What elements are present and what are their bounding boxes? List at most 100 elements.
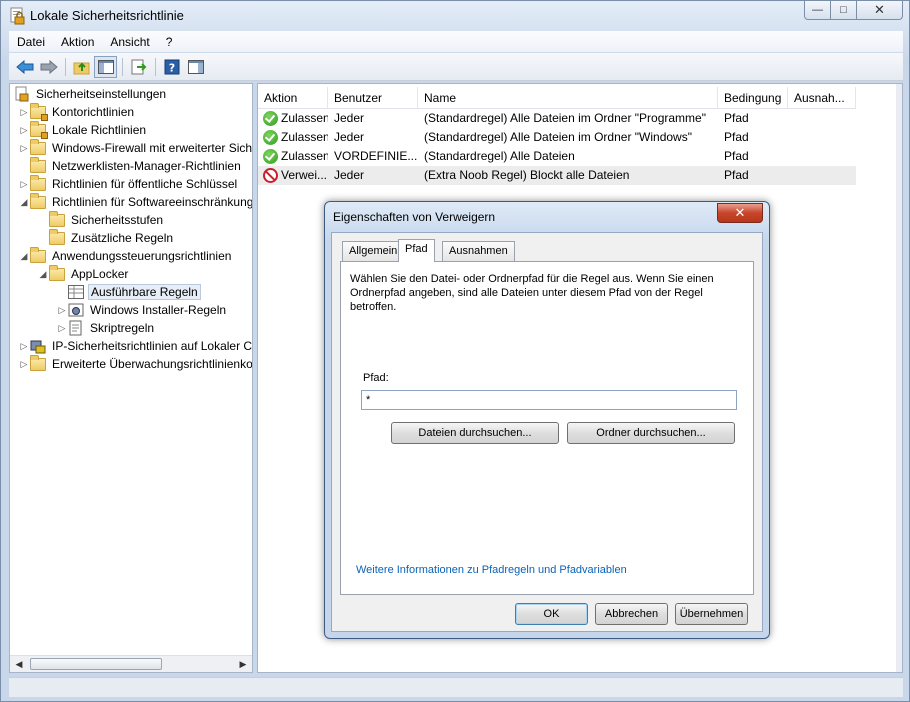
tree-item-label: Richtlinien für öffentliche Schlüssel bbox=[52, 177, 238, 191]
action-text: Zulassen bbox=[281, 149, 328, 163]
browse-folders-button[interactable]: Ordner durchsuchen... bbox=[567, 422, 735, 444]
expand-arrow-icon[interactable]: ▷ bbox=[56, 301, 68, 319]
tree-item-ip-sicherheit[interactable]: ▷ IP-Sicherheitsrichtlinien auf Lokaler … bbox=[18, 337, 253, 355]
cell-condition: Pfad bbox=[724, 168, 749, 182]
table-row[interactable]: Verwei... Jeder (Extra Noob Regel) Block… bbox=[258, 166, 856, 185]
expand-arrow-icon[interactable]: ▷ bbox=[18, 355, 30, 373]
menu-bar: Datei Aktion Ansicht ? bbox=[9, 31, 903, 52]
tree-root[interactable]: Sicherheitseinstellungen bbox=[14, 85, 168, 103]
cancel-button[interactable]: Abbrechen bbox=[595, 603, 668, 625]
table-row[interactable]: Zulassen Jeder (Standardregel) Alle Date… bbox=[258, 128, 856, 147]
expand-arrow-icon[interactable]: ▷ bbox=[18, 121, 30, 139]
cell-name: (Standardregel) Alle Dateien im Ordner "… bbox=[424, 130, 692, 144]
folder-icon bbox=[49, 228, 65, 246]
ok-button[interactable]: OK bbox=[515, 603, 588, 625]
properties-dialog: Eigenschaften von Verweigern ✕ Allgemein… bbox=[324, 201, 770, 639]
cell-action: Zulassen bbox=[258, 147, 328, 166]
menu-aktion[interactable]: Aktion bbox=[53, 35, 102, 49]
table-row[interactable]: Zulassen Jeder (Standardregel) Alle Date… bbox=[258, 109, 856, 128]
column-header-name[interactable]: Name bbox=[418, 87, 718, 109]
minimize-button[interactable]: — bbox=[804, 1, 831, 20]
tree-item-netzwerklisten[interactable]: Netzwerklisten-Manager-Richtlinien bbox=[18, 156, 243, 175]
cell-name: (Standardregel) Alle Dateien bbox=[424, 149, 575, 163]
cell-action: Zulassen bbox=[258, 109, 328, 128]
tree-item-windows-installer[interactable]: ▷ Windows Installer-Regeln bbox=[56, 301, 228, 319]
path-rules-info-link[interactable]: Weitere Informationen zu Pfadregeln und … bbox=[356, 564, 627, 576]
path-input[interactable] bbox=[361, 390, 737, 410]
installer-icon bbox=[68, 302, 84, 318]
tree-horizontal-scrollbar[interactable]: ◀ ▶ bbox=[10, 655, 252, 672]
collapse-arrow-icon[interactable]: ◢ bbox=[37, 265, 49, 283]
up-folder-icon[interactable] bbox=[70, 56, 93, 78]
column-header-ausnahmen[interactable]: Ausnah... bbox=[788, 87, 856, 109]
tab-pfad[interactable]: Pfad bbox=[398, 239, 435, 262]
column-header-aktion[interactable]: Aktion bbox=[258, 87, 328, 109]
security-policy-icon bbox=[9, 7, 25, 25]
toolbar-separator bbox=[65, 57, 66, 76]
tree-item-label: Kontorichtlinien bbox=[52, 105, 135, 119]
tree-item-public-key[interactable]: ▷ Richtlinien für öffentliche Schlüssel bbox=[18, 174, 239, 193]
title-bar: Lokale Sicherheitsrichtlinie — □ ✕ bbox=[1, 1, 909, 31]
expand-arrow-icon[interactable]: ▷ bbox=[18, 103, 30, 121]
tree-item-skriptregeln[interactable]: ▷ Skriptregeln bbox=[56, 319, 156, 337]
expand-arrow-icon[interactable]: ▷ bbox=[18, 139, 30, 157]
caption-buttons: — □ ✕ bbox=[804, 1, 903, 21]
tree-item-label: IP-Sicherheitsrichtlinien auf Lokaler C bbox=[52, 339, 253, 353]
tab-ausnahmen[interactable]: Ausnahmen bbox=[442, 241, 515, 261]
table-row[interactable]: Zulassen VORDEFINIE... (Standardregel) A… bbox=[258, 147, 856, 166]
scroll-left-icon[interactable]: ◀ bbox=[12, 658, 26, 671]
folder-lock-icon bbox=[30, 102, 48, 121]
scrollbar-thumb[interactable] bbox=[30, 658, 162, 670]
menu-help[interactable]: ? bbox=[158, 35, 181, 49]
tree-item-label: Windows-Firewall mit erweiterter Sich bbox=[52, 141, 253, 155]
tree-item-lokale-richtlinien[interactable]: ▷ Lokale Richtlinien bbox=[18, 120, 148, 139]
browse-files-button[interactable]: Dateien durchsuchen... bbox=[391, 422, 559, 444]
list-header: Aktion Benutzer Name Bedingung Ausnah... bbox=[258, 87, 856, 109]
path-description: Wählen Sie den Datei- oder Ordnerpfad fü… bbox=[350, 273, 714, 313]
tree-item-sicherheitsstufen[interactable]: Sicherheitsstufen bbox=[37, 210, 165, 229]
menu-ansicht[interactable]: Ansicht bbox=[102, 35, 157, 49]
back-arrow-icon[interactable] bbox=[13, 56, 36, 78]
forward-arrow-icon[interactable] bbox=[37, 56, 60, 78]
folder-icon bbox=[49, 264, 65, 282]
collapse-arrow-icon[interactable]: ◢ bbox=[18, 247, 30, 265]
tree-item-firewall[interactable]: ▷ Windows-Firewall mit erweiterter Sich bbox=[18, 138, 253, 157]
menu-datei[interactable]: Datei bbox=[9, 35, 53, 49]
tree-item-label: Ausführbare Regeln bbox=[88, 284, 201, 300]
action-text: Zulassen bbox=[281, 111, 328, 125]
collapse-arrow-icon[interactable]: ◢ bbox=[18, 193, 30, 211]
expand-arrow-icon[interactable]: ▷ bbox=[18, 337, 30, 355]
column-header-bedingung[interactable]: Bedingung bbox=[718, 87, 788, 109]
allow-icon bbox=[263, 130, 278, 145]
tab-allgemein[interactable]: Allgemein bbox=[342, 241, 405, 261]
apply-button[interactable]: Übernehmen bbox=[675, 603, 748, 625]
tree-item-ueberwachung[interactable]: ▷ Erweiterte Überwachungsrichtlinienko bbox=[18, 354, 252, 373]
export-list-icon[interactable] bbox=[127, 56, 150, 78]
scroll-right-icon[interactable]: ▶ bbox=[236, 658, 250, 671]
maximize-button[interactable]: □ bbox=[831, 1, 857, 20]
security-settings-icon bbox=[14, 86, 30, 102]
cell-action: Zulassen bbox=[258, 128, 328, 147]
tree-item-applocker[interactable]: ◢ AppLocker bbox=[37, 264, 130, 283]
tree-item-label: Richtlinien für Softwareeinschränkung bbox=[52, 195, 253, 209]
cell-condition: Pfad bbox=[724, 111, 749, 125]
expand-arrow-icon[interactable]: ▷ bbox=[56, 319, 68, 337]
svg-text:?: ? bbox=[168, 61, 174, 74]
action-text: Zulassen bbox=[281, 130, 328, 144]
show-hide-tree-icon[interactable] bbox=[94, 55, 117, 78]
expand-arrow-icon[interactable]: ▷ bbox=[18, 175, 30, 193]
close-button[interactable]: ✕ bbox=[857, 1, 903, 20]
properties-pane-icon[interactable] bbox=[184, 56, 207, 78]
cell-condition: Pfad bbox=[724, 149, 749, 163]
column-header-benutzer[interactable]: Benutzer bbox=[328, 87, 418, 109]
tree-item-anwendungssteuerung[interactable]: ◢ Anwendungssteuerungsrichtlinien bbox=[18, 246, 233, 265]
dialog-close-button[interactable]: ✕ bbox=[717, 203, 763, 223]
tree-item-ausfuehrbare-regeln[interactable]: Ausführbare Regeln bbox=[56, 283, 201, 301]
tree-item-label: AppLocker bbox=[71, 267, 129, 281]
tree-item-softwareeinschraenkung[interactable]: ◢ Richtlinien für Softwareeinschränkung bbox=[18, 192, 253, 211]
help-icon[interactable]: ? bbox=[160, 56, 183, 78]
tree-item-zusaetzliche-regeln[interactable]: Zusätzliche Regeln bbox=[37, 228, 175, 247]
tree-item-kontorichtlinien[interactable]: ▷ Kontorichtlinien bbox=[18, 102, 136, 121]
cell-exceptions bbox=[788, 128, 856, 147]
cell-user: VORDEFINIE... bbox=[334, 149, 418, 163]
